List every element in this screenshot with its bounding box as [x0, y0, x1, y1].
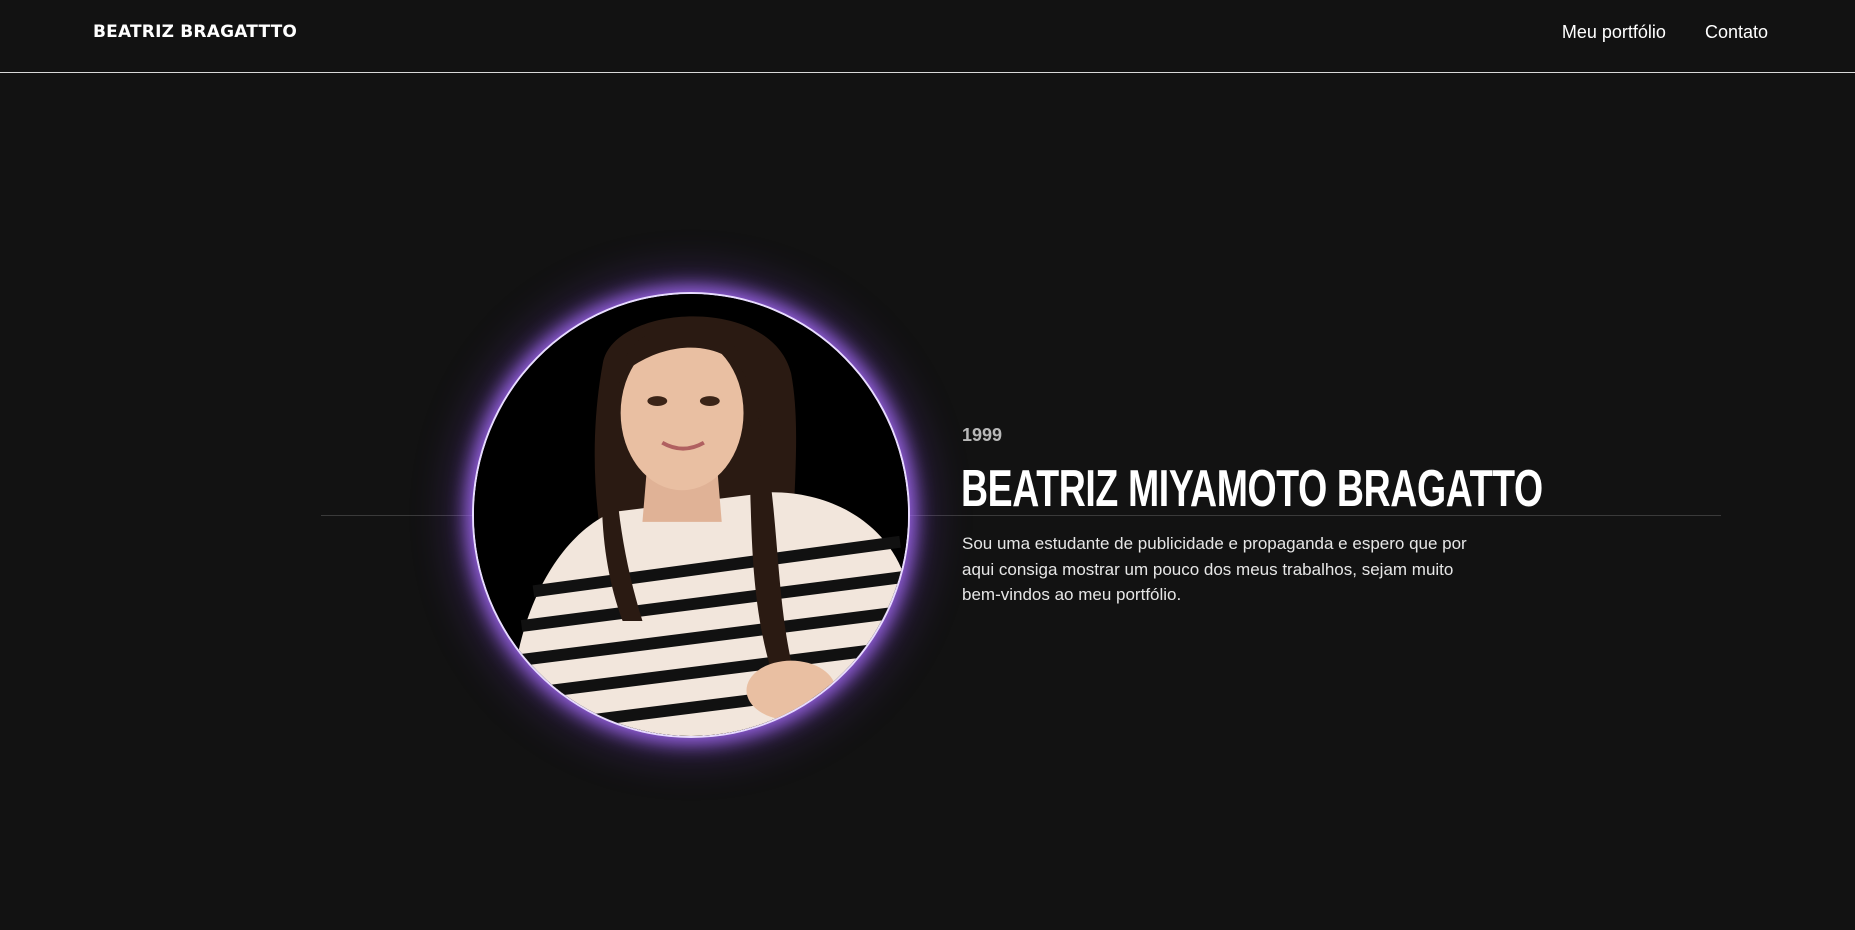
nav-link-contact[interactable]: Contato [1705, 22, 1768, 43]
portfolio-page: BEATRIZ BRAGATTTO Meu portfólio Contato [0, 0, 1855, 930]
site-header: BEATRIZ BRAGATTTO Meu portfólio Contato [0, 0, 1855, 73]
profile-photo [472, 292, 910, 738]
hero-bio-text: Sou uma estudante de publicidade e propa… [962, 534, 1467, 604]
hero-name-heading: BEATRIZ MIYAMOTO BRAGATTO [961, 460, 1543, 518]
portrait-photo-icon [474, 294, 908, 736]
nav-link-portfolio[interactable]: Meu portfólio [1562, 22, 1666, 43]
site-logo-text[interactable]: BEATRIZ BRAGATTTO [93, 22, 297, 42]
birth-year: 1999 [962, 425, 1003, 445]
main-nav: Meu portfólio Contato [1562, 22, 1768, 43]
